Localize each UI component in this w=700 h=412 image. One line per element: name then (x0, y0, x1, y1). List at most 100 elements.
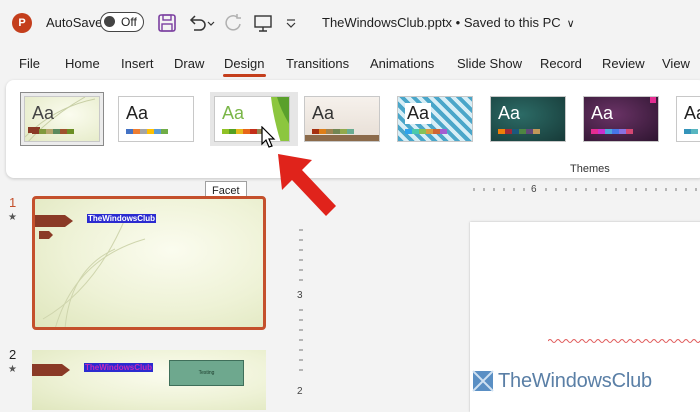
slide-thumbnail-2[interactable]: TheWindowsClub Testing (32, 350, 266, 410)
swatch (53, 129, 60, 134)
tab-file[interactable]: File (19, 56, 40, 71)
swatch (519, 129, 526, 134)
swatch (612, 129, 619, 134)
theme-aa-label: Aa (591, 103, 614, 123)
swatch (60, 129, 67, 134)
theme-aa-label: Aa (312, 103, 335, 123)
swatch (250, 129, 257, 134)
theme-thumbnail-1[interactable]: Aa (118, 96, 194, 142)
vertical-ruler[interactable] (294, 222, 308, 400)
swatch (605, 129, 612, 134)
theme-swatches (405, 129, 447, 134)
swatch (591, 129, 598, 134)
swatch (526, 129, 533, 134)
autosave-state: Off (121, 15, 137, 29)
swatch (347, 129, 354, 134)
theme-thumbnail-facet[interactable]: Aa (214, 96, 290, 142)
title-bar: P AutoSave Off TheWindowsClub.pptx • Sav… (0, 0, 700, 46)
theme-thumbnail-6[interactable]: Aa (583, 96, 659, 142)
slide-1-title: TheWindowsClub (87, 214, 157, 223)
theme-swatches (32, 129, 74, 134)
swatch (140, 129, 147, 134)
themes-group-label: Themes (570, 163, 610, 175)
swatch (236, 129, 243, 134)
mouse-cursor-icon (261, 126, 276, 148)
powerpoint-logo: P (12, 13, 32, 33)
tab-review[interactable]: Review (602, 56, 645, 71)
swatch (533, 129, 540, 134)
active-tab-indicator (223, 74, 266, 77)
swatch (319, 129, 326, 134)
swatch (126, 129, 133, 134)
swatch (147, 129, 154, 134)
swatch (229, 129, 236, 134)
slide-number-1: 1 (9, 195, 17, 210)
watermark: TheWindowsClub (472, 369, 652, 393)
present-icon[interactable] (252, 12, 274, 34)
swatch (154, 129, 161, 134)
undo-icon[interactable] (186, 12, 208, 34)
slide-1-animation-star-icon: ★ (8, 212, 17, 223)
toggle-knob (104, 16, 115, 27)
theme-aa-label: Aa (405, 103, 432, 124)
theme-thumbnail-0[interactable]: Aa (24, 96, 100, 142)
swatch (419, 129, 426, 134)
slide-2-textbox: Testing (169, 360, 244, 386)
tab-draw[interactable]: Draw (174, 56, 204, 71)
watermark-text: TheWindowsClub (498, 369, 652, 392)
theme-swatches (498, 129, 540, 134)
swatch (619, 129, 626, 134)
horizontal-ruler[interactable] (470, 184, 700, 198)
tab-design[interactable]: Design (224, 56, 264, 71)
swatch (161, 129, 168, 134)
theme-thumbnail-3[interactable]: Aa (304, 96, 380, 142)
theme-swatches (312, 129, 354, 134)
swatch (598, 129, 605, 134)
swatch (498, 129, 505, 134)
watermark-logo-icon (472, 370, 494, 392)
slide-thumbnail-1[interactable]: TheWindowsClub (32, 196, 266, 330)
theme-swatches (222, 129, 264, 134)
tab-transitions[interactable]: Transitions (286, 56, 349, 71)
swatch (440, 129, 447, 134)
swatch (222, 129, 229, 134)
swatch (32, 129, 39, 134)
swatch (412, 129, 419, 134)
theme-thumbnail-5[interactable]: Aa (490, 96, 566, 142)
swatch (243, 129, 250, 134)
swatch (512, 129, 519, 134)
theme-swatches (684, 129, 698, 134)
slide-2-title: TheWindowsClub (84, 363, 154, 372)
slide-2-animation-star-icon: ★ (8, 364, 17, 375)
tab-home[interactable]: Home (65, 56, 100, 71)
tab-insert[interactable]: Insert (121, 56, 154, 71)
ruler-v-label-2: 2 (297, 386, 303, 397)
swatch (684, 129, 691, 134)
autosave-label: AutoSave (46, 15, 103, 30)
swatch (626, 129, 633, 134)
theme-swatches (126, 129, 168, 134)
theme-thumbnail-4[interactable]: Aa (397, 96, 473, 142)
swatch (326, 129, 333, 134)
swatch (691, 129, 698, 134)
ribbon-tabs: File Home Insert Draw Design Transitions… (0, 50, 700, 78)
save-icon[interactable] (156, 12, 178, 34)
theme-aa-label: Aa (222, 103, 245, 123)
theme-thumbnail-7[interactable]: Aa (676, 96, 700, 142)
ruler-h-label: 6 (531, 184, 537, 195)
customize-qat-icon[interactable] (284, 12, 298, 34)
swatch (133, 129, 140, 134)
tab-slide-show[interactable]: Slide Show (457, 56, 522, 71)
autosave-toggle[interactable]: Off (100, 12, 144, 32)
spellcheck-squiggle (548, 339, 700, 343)
tab-animations[interactable]: Animations (370, 56, 434, 71)
file-title[interactable]: TheWindowsClub.pptx • Saved to this PC ∨ (322, 15, 575, 30)
redo-icon[interactable] (222, 12, 244, 34)
undo-dropdown-icon[interactable] (206, 12, 216, 34)
swatch (312, 129, 319, 134)
tab-record[interactable]: Record (540, 56, 582, 71)
file-title-text: TheWindowsClub.pptx • Saved to this PC (322, 15, 561, 30)
swatch (505, 129, 512, 134)
swatch (340, 129, 347, 134)
tab-view[interactable]: View (662, 56, 690, 71)
